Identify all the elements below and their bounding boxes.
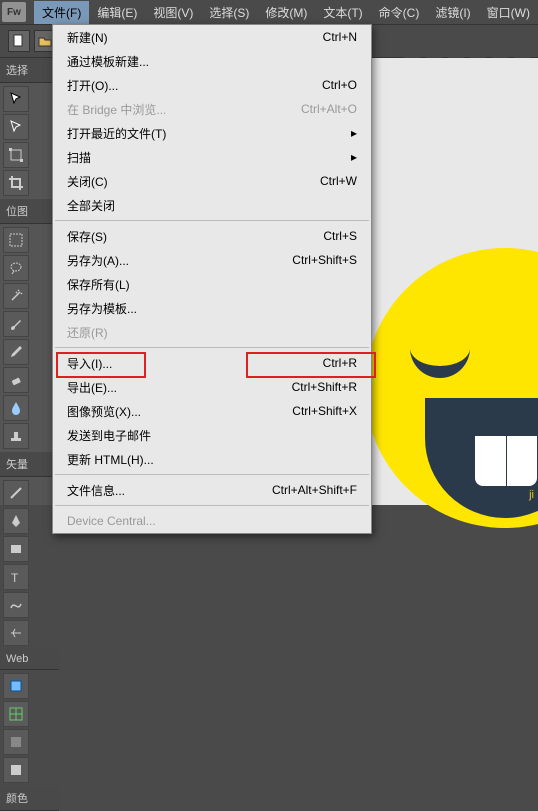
menu-file-info[interactable]: 文件信息...Ctrl+Alt+Shift+F (53, 478, 371, 502)
menu-filter[interactable]: 滤镜(I) (427, 1, 478, 24)
menu-email[interactable]: 发送到电子邮件 (53, 423, 371, 447)
menu-save[interactable]: 保存(S)Ctrl+S (53, 224, 371, 248)
wand-tool-icon[interactable] (3, 283, 29, 309)
slice-tool-icon[interactable] (3, 701, 29, 727)
menu-save-all[interactable]: 保存所有(L) (53, 272, 371, 296)
menu-new[interactable]: 新建(N)Ctrl+N (53, 25, 371, 49)
toolbar-new-icon[interactable] (8, 30, 30, 52)
menu-image-preview[interactable]: 图像预览(X)...Ctrl+Shift+X (53, 399, 371, 423)
stamp-tool-icon[interactable] (3, 423, 29, 449)
menu-close[interactable]: 关闭(C)Ctrl+W (53, 169, 371, 193)
menu-edit[interactable]: 编辑(E) (89, 1, 145, 24)
menu-bridge[interactable]: 在 Bridge 中浏览...Ctrl+Alt+O (53, 97, 371, 121)
section-bitmap-label: 位图 (0, 199, 59, 224)
line-tool-icon[interactable] (3, 480, 29, 506)
section-color-label: 颜色 (0, 786, 59, 811)
submenu-arrow-icon: ▸ (351, 126, 357, 140)
svg-text:T: T (11, 571, 19, 584)
subselect-tool-icon[interactable] (3, 114, 29, 140)
section-web-label: Web (0, 649, 59, 670)
hotspot-tool-icon[interactable] (3, 673, 29, 699)
menu-close-all[interactable]: 全部关闭 (53, 193, 371, 217)
menu-text[interactable]: 文本(T) (315, 1, 370, 24)
submenu-arrow-icon: ▸ (351, 150, 357, 164)
menu-command[interactable]: 命令(C) (371, 1, 428, 24)
pencil-tool-icon[interactable] (3, 339, 29, 365)
menu-window[interactable]: 窗口(W) (479, 1, 538, 24)
menu-device-central[interactable]: Device Central... (53, 509, 371, 533)
menu-revert[interactable]: 还原(R) (53, 320, 371, 344)
menu-update-html[interactable]: 更新 HTML(H)... (53, 447, 371, 471)
brush-tool-icon[interactable] (3, 311, 29, 337)
text-tool-icon[interactable]: T (3, 564, 29, 590)
menu-save-template[interactable]: 另存为模板... (53, 296, 371, 320)
section-vector-label: 矢量 (0, 452, 59, 477)
menu-import[interactable]: 导入(I)...Ctrl+R (53, 351, 371, 375)
scale-tool-icon[interactable] (3, 142, 29, 168)
pen-tool-icon[interactable] (3, 508, 29, 534)
menu-new-template[interactable]: 通过模板新建... (53, 49, 371, 73)
rect-tool-icon[interactable] (3, 536, 29, 562)
smiley-illustration (365, 248, 538, 528)
watermark-text: B (520, 464, 534, 487)
menu-file[interactable]: 文件(F) (34, 1, 89, 24)
show-tool-icon[interactable] (3, 757, 29, 783)
menu-separator (55, 220, 369, 221)
knife-tool-icon[interactable] (3, 620, 29, 646)
blur-tool-icon[interactable] (3, 395, 29, 421)
pointer-tool-icon[interactable] (3, 86, 29, 112)
eraser-tool-icon[interactable] (3, 367, 29, 393)
menu-save-as[interactable]: 另存为(A)...Ctrl+Shift+S (53, 248, 371, 272)
crop-tool-icon[interactable] (3, 170, 29, 196)
menu-recent[interactable]: 打开最近的文件(T)▸ (53, 121, 371, 145)
marquee-tool-icon[interactable] (3, 227, 29, 253)
hide-tool-icon[interactable] (3, 729, 29, 755)
freeform-tool-icon[interactable] (3, 592, 29, 618)
menu-modify[interactable]: 修改(M) (257, 1, 315, 24)
menu-view[interactable]: 视图(V) (145, 1, 201, 24)
smiley-eye-icon (410, 338, 470, 378)
menu-open[interactable]: 打开(O)...Ctrl+O (53, 73, 371, 97)
tools-panel: 选择 位图 矢量 T Web 颜色 (0, 58, 60, 505)
section-select-label: 选择 (0, 58, 59, 83)
menu-separator (55, 474, 369, 475)
app-logo: Fw (2, 2, 26, 22)
watermark-sub: ji (529, 489, 534, 501)
menu-separator (55, 347, 369, 348)
menubar: Fw 文件(F) 编辑(E) 视图(V) 选择(S) 修改(M) 文本(T) 命… (0, 0, 538, 24)
menu-separator (55, 505, 369, 506)
file-menu-dropdown: 新建(N)Ctrl+N 通过模板新建... 打开(O)...Ctrl+O 在 B… (52, 24, 372, 534)
menu-scan[interactable]: 扫描▸ (53, 145, 371, 169)
menu-select[interactable]: 选择(S) (201, 1, 257, 24)
lasso-tool-icon[interactable] (3, 255, 29, 281)
menu-export[interactable]: 导出(E)...Ctrl+Shift+R (53, 375, 371, 399)
